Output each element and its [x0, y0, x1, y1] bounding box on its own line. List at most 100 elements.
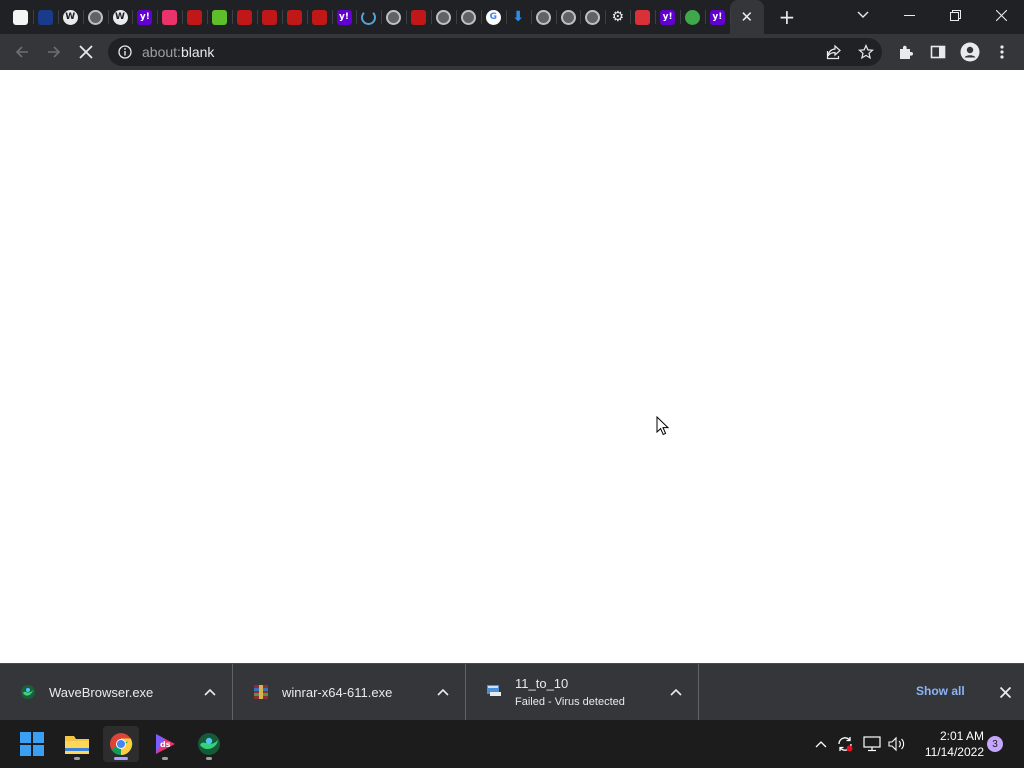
system-clock[interactable]: 2:01 AM 11/14/2022: [912, 728, 984, 760]
browser-tab[interactable]: ⬇: [505, 0, 531, 34]
profile-button[interactable]: [954, 36, 986, 68]
url-text[interactable]: about:blank: [142, 44, 214, 60]
file-explorer-button[interactable]: [59, 726, 95, 762]
browser-tab[interactable]: [207, 0, 232, 34]
extensions-button[interactable]: [890, 36, 922, 68]
browser-tab[interactable]: [580, 0, 605, 34]
svg-text:ds: ds: [160, 740, 171, 749]
globe-icon: [87, 9, 103, 25]
wave-browser-taskbar-button[interactable]: [191, 726, 227, 762]
side-panel-button[interactable]: [922, 36, 954, 68]
stop-loading-button[interactable]: [70, 36, 102, 68]
forward-button[interactable]: [38, 36, 70, 68]
tab-list: W Wy! y! G ⬇ ⚙ y! y! ✕: [0, 0, 764, 34]
new-tab-button[interactable]: +: [772, 2, 802, 32]
download-options-button[interactable]: [668, 684, 684, 700]
browser-tab[interactable]: [680, 0, 705, 34]
kebab-menu-icon: [1000, 45, 1004, 59]
tab-search-button[interactable]: [850, 2, 876, 28]
download-filename: WaveBrowser.exe: [49, 684, 154, 700]
close-tab-icon[interactable]: ✕: [741, 8, 754, 26]
mcafee-icon: [411, 9, 427, 25]
notification-badge[interactable]: 3: [987, 736, 1003, 752]
page-content[interactable]: [0, 70, 1024, 663]
start-button[interactable]: [14, 726, 50, 762]
browser-tab[interactable]: [555, 0, 581, 34]
download-filename: winrar-x64-611.exe: [282, 684, 393, 700]
browser-tab[interactable]: [182, 0, 207, 34]
media-app-icon: ds: [156, 734, 175, 754]
running-indicator: [206, 757, 212, 760]
browser-tab[interactable]: [630, 0, 655, 34]
back-button[interactable]: [6, 36, 38, 68]
browser-tab[interactable]: [256, 0, 282, 34]
wordpress-icon: W: [62, 9, 78, 25]
site-info-button[interactable]: [108, 38, 142, 66]
sync-status-button[interactable]: [835, 734, 855, 754]
chevron-up-icon: [204, 688, 216, 696]
browser-tab[interactable]: [306, 0, 332, 34]
star-icon: [858, 44, 874, 60]
network-button[interactable]: [862, 734, 882, 754]
download-item[interactable]: winrar-x64-611.exe: [233, 663, 466, 721]
close-shelf-button[interactable]: [996, 683, 1014, 701]
browser-tab[interactable]: [281, 0, 307, 34]
installer-icon: [487, 684, 501, 696]
close-window-button[interactable]: [978, 0, 1024, 30]
windows-taskbar: ds 2:01 AM 11/14/2022 3: [0, 720, 1024, 768]
clock-time: 2:01 AM: [939, 729, 984, 743]
browser-tab[interactable]: [406, 0, 431, 34]
restore-button[interactable]: [932, 0, 978, 30]
browser-tab[interactable]: y!: [704, 0, 730, 34]
window-controls: [886, 0, 1024, 30]
share-button[interactable]: [818, 36, 850, 68]
media-app-button[interactable]: ds: [147, 726, 183, 762]
browser-tab[interactable]: [530, 0, 556, 34]
browser-tab[interactable]: y!: [132, 0, 157, 34]
shield-icon: [635, 9, 651, 25]
wavebrowser-icon: [198, 733, 220, 755]
browser-tab[interactable]: [431, 0, 456, 34]
download-item[interactable]: 11_to_10 Failed - Virus detected: [466, 663, 699, 721]
browser-tab[interactable]: W: [57, 0, 83, 34]
active-tab[interactable]: ✕: [729, 0, 764, 34]
winrar-icon: [254, 684, 268, 699]
download-icon: ⬇: [512, 9, 525, 25]
browser-tab[interactable]: [82, 0, 108, 34]
browser-tab[interactable]: ⚙: [605, 0, 630, 34]
green-leaf-icon: [212, 9, 228, 25]
windows-logo-icon: [20, 732, 44, 756]
yahoo-icon: y!: [336, 9, 352, 25]
chrome-icon: [110, 733, 133, 756]
download-options-button[interactable]: [202, 684, 218, 700]
chrome-taskbar-button[interactable]: [103, 726, 139, 762]
browser-tab[interactable]: G: [480, 0, 506, 34]
info-icon: [118, 45, 132, 59]
show-hidden-icons-button[interactable]: [811, 734, 831, 754]
download-options-button[interactable]: [435, 684, 451, 700]
browser-tab[interactable]: [456, 0, 481, 34]
download-item[interactable]: WaveBrowser.exe: [0, 663, 233, 721]
browser-tab[interactable]: y!: [655, 0, 680, 34]
browser-tab[interactable]: y!: [331, 0, 357, 34]
url-scheme: about:: [142, 44, 181, 60]
browser-tab[interactable]: [8, 0, 33, 34]
browser-tab[interactable]: [356, 0, 381, 34]
bookmark-button[interactable]: [850, 36, 882, 68]
globe-icon: [460, 9, 476, 25]
globe-icon: [535, 9, 551, 25]
mcafee-icon: [286, 9, 302, 25]
browser-tab[interactable]: [157, 0, 182, 34]
share-icon: [826, 44, 841, 60]
menu-button[interactable]: [986, 36, 1018, 68]
address-bar[interactable]: about:blank: [108, 38, 882, 66]
browser-tab[interactable]: [232, 0, 257, 34]
show-all-downloads-link[interactable]: Show all: [916, 684, 965, 698]
volume-button[interactable]: [887, 734, 907, 754]
minimize-button[interactable]: [886, 0, 932, 30]
media-icon: [162, 9, 178, 25]
browser-tab[interactable]: W: [107, 0, 133, 34]
browser-tab[interactable]: [32, 0, 58, 34]
browser-tab[interactable]: [381, 0, 406, 34]
wordpress-icon: W: [112, 9, 128, 25]
